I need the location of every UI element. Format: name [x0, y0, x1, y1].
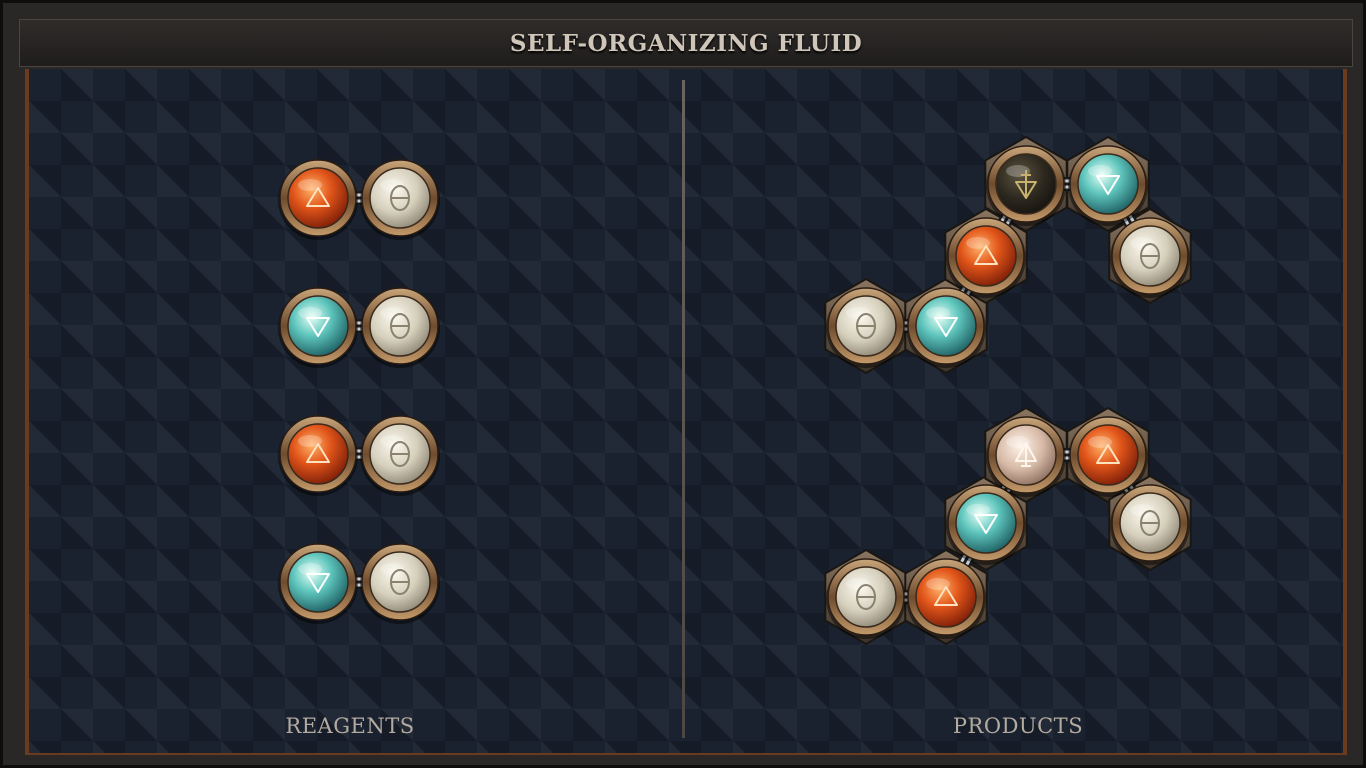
molecule-scene	[278, 135, 1192, 646]
salt-atom	[826, 287, 906, 368]
reagent-molecule[interactable]	[278, 287, 440, 368]
water-atom	[946, 484, 1026, 565]
fire-atom	[278, 415, 358, 496]
reagent-molecule[interactable]	[278, 543, 440, 624]
salt-atom	[1110, 217, 1190, 298]
products-label: PRODUCTS	[952, 714, 1084, 738]
fire-atom	[1068, 416, 1148, 497]
fire-atom	[278, 159, 358, 240]
fire-atom	[946, 217, 1026, 298]
water-atom	[278, 287, 358, 368]
water-atom	[906, 287, 986, 368]
salt-atom	[360, 159, 440, 240]
vitae-atom	[986, 416, 1066, 497]
reagent-molecule[interactable]	[278, 159, 440, 240]
salt-atom	[360, 287, 440, 368]
water-atom	[278, 543, 358, 624]
mors-atom	[986, 145, 1066, 226]
fire-atom	[906, 558, 986, 639]
salt-atom	[360, 543, 440, 624]
reagent-molecule[interactable]	[278, 415, 440, 496]
product-molecule[interactable]	[824, 135, 1192, 375]
product-molecule[interactable]	[824, 406, 1192, 646]
salt-atom	[360, 415, 440, 496]
salt-atom	[826, 558, 906, 639]
salt-atom	[1110, 484, 1190, 565]
reagents-label: REAGENTS	[285, 714, 415, 738]
water-atom	[1068, 145, 1148, 226]
